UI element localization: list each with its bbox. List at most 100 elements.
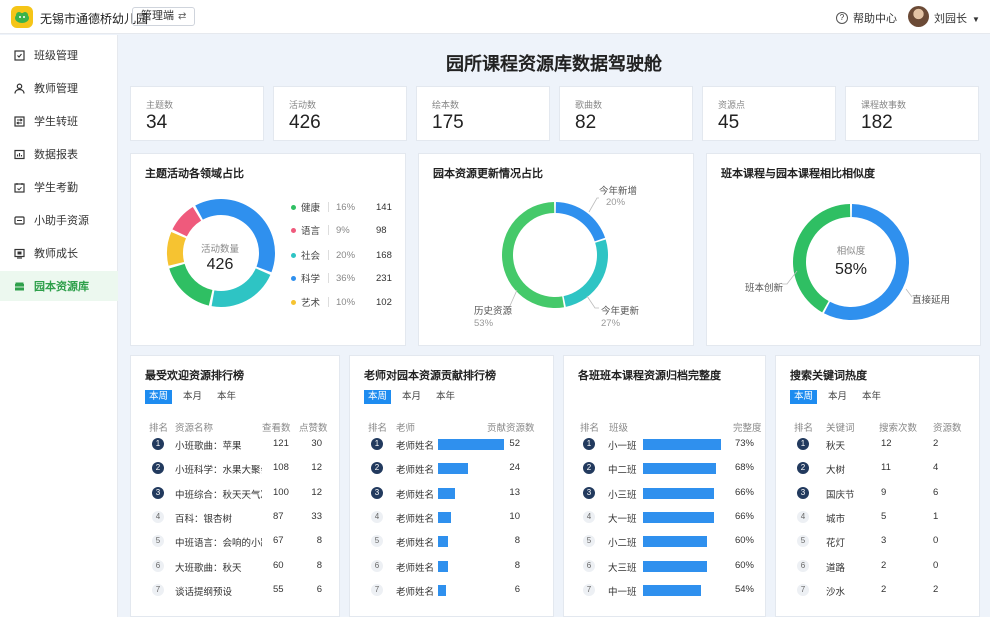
rank-badge: 3	[371, 486, 383, 499]
legend-separator	[328, 297, 329, 307]
sidebar-item-teacher[interactable]: 教师管理	[0, 73, 118, 103]
view-count: 60	[273, 559, 284, 571]
donut-slice-2[interactable]	[502, 202, 565, 308]
legend-dot	[291, 252, 296, 258]
rank-badge: 3	[583, 486, 595, 499]
completeness-value: 73%	[734, 438, 754, 449]
tab-year[interactable]: 本年	[858, 390, 885, 404]
card-title: 老师对园本资源贡献排行榜	[364, 370, 496, 382]
help-center-link[interactable]: ? 帮助中心	[836, 10, 897, 26]
stat-card-themes: 主题数 34	[130, 86, 264, 141]
table-row[interactable]: 4 百科：银杏树 87 33	[131, 509, 339, 525]
view-count: 67	[273, 535, 284, 547]
rank-badge: 1	[797, 438, 809, 450]
legend-dot	[291, 204, 296, 210]
table-row[interactable]: 3 国庆节 9 6	[776, 485, 979, 501]
donut-slice-2[interactable]	[211, 268, 271, 307]
class-name: 大一班	[608, 513, 637, 525]
table-row[interactable]: 7 老师姓名 6	[350, 582, 553, 598]
contribution-value: 13	[509, 486, 520, 498]
table-row[interactable]: 7 谈话提纲预设 55 6	[131, 582, 339, 598]
donut-slice-1[interactable]	[563, 239, 608, 307]
card-title: 各班班本课程资源归档完整度	[578, 370, 721, 382]
table-row[interactable]: 5 老师姓名 8	[350, 533, 553, 549]
table-row[interactable]: 3 老师姓名 13	[350, 485, 553, 501]
table-row[interactable]: 6 大班歌曲：秋天 60 8	[131, 558, 339, 574]
sidebar-item-attendance[interactable]: 学生考勤	[0, 172, 118, 202]
period-tabs: 本周 本月 本年	[145, 390, 247, 404]
table-row[interactable]: 5 小二班 60%	[564, 533, 765, 549]
sidebar-item-transfer[interactable]: 学生转班	[0, 106, 118, 136]
table-row[interactable]: 2 大树 11 4	[776, 460, 979, 476]
teacher-name: 老师姓名	[396, 441, 435, 452]
column-header-keyword: 关键词	[826, 423, 855, 434]
table-row[interactable]: 3 中班综合：秋天天气凉 100 12	[131, 485, 339, 501]
tab-month[interactable]: 本月	[179, 390, 206, 404]
sidebar-item-class[interactable]: 班级管理	[0, 40, 118, 70]
tab-month[interactable]: 本月	[824, 390, 851, 404]
attendance-icon	[14, 182, 25, 193]
table-row[interactable]: 2 中二班 68%	[564, 460, 765, 476]
class-name: 小一班	[608, 441, 637, 452]
tab-year[interactable]: 本年	[213, 390, 240, 404]
table-row[interactable]: 4 老师姓名 10	[350, 509, 553, 525]
slice-label-direct: 直接延用	[912, 295, 951, 306]
sidebar-item-library[interactable]: 园本资源库	[0, 271, 118, 301]
resource-count: 1	[933, 510, 939, 522]
table-row[interactable]: 2 小班科学：水果大聚会 108 12	[131, 460, 339, 476]
tab-year[interactable]: 本年	[432, 390, 459, 404]
table-row[interactable]: 1 小一班 73%	[564, 436, 765, 452]
sidebar-item-growth[interactable]: 教师成长	[0, 238, 118, 268]
legend-name: 社会	[301, 251, 321, 262]
tab-week[interactable]: 本周	[364, 390, 392, 404]
like-count: 12	[311, 486, 322, 498]
user-menu[interactable]: 刘园长 ▼	[934, 10, 980, 26]
table-row[interactable]: 6 道路 2 0	[776, 558, 979, 574]
completeness-bar	[643, 463, 716, 475]
sidebar-item-label: 班级管理	[34, 50, 78, 62]
donut-slice-1[interactable]	[172, 206, 202, 237]
stat-card-resource-points: 资源点 45	[702, 86, 836, 141]
resource-name: 中班综合：秋天天气凉	[175, 489, 262, 501]
table-row[interactable]: 7 沙水 2 2	[776, 582, 979, 598]
sidebar-item-report[interactable]: 数据报表	[0, 139, 118, 169]
rank-badge: 1	[152, 438, 164, 450]
table-row[interactable]: 6 老师姓名 8	[350, 558, 553, 574]
tab-week[interactable]: 本周	[145, 390, 173, 404]
table-row[interactable]: 1 秋天 12 2	[776, 436, 979, 452]
resource-name: 大班歌曲：秋天	[175, 562, 242, 574]
legend-value: 231	[376, 272, 392, 284]
table-row[interactable]: 1 小班歌曲：苹果 121 30	[131, 436, 339, 452]
school-logo-icon[interactable]	[11, 6, 33, 28]
donut-slice-4[interactable]	[167, 231, 186, 266]
table-row[interactable]: 2 老师姓名 24	[350, 460, 553, 476]
rank-badge: 2	[583, 462, 595, 475]
teacher-name: 老师姓名	[396, 562, 435, 574]
table-row[interactable]: 5 花灯 3 0	[776, 533, 979, 549]
keyword: 沙水	[826, 586, 846, 598]
table-row[interactable]: 6 大三班 60%	[564, 558, 765, 574]
table-row[interactable]: 7 中一班 54%	[564, 582, 765, 598]
avatar[interactable]	[908, 6, 929, 27]
table-row[interactable]: 1 老师姓名 52	[350, 436, 553, 452]
rank-badge: 6	[371, 559, 383, 572]
rank-badge: 2	[797, 462, 809, 475]
tab-week[interactable]: 本周	[790, 390, 818, 404]
donut-slice-1[interactable]	[793, 204, 851, 313]
sidebar-item-assistant[interactable]: 小助手资源	[0, 205, 118, 235]
table-row[interactable]: 3 小三班 66%	[564, 485, 765, 501]
mode-switch-button[interactable]: 管理端 ⇄	[132, 7, 196, 26]
search-count: 5	[881, 510, 887, 522]
tab-month[interactable]: 本月	[398, 390, 425, 404]
stat-label: 绘本数	[432, 100, 460, 110]
contribution-value: 8	[514, 535, 520, 547]
table-row[interactable]: 5 中班语言：会响的小路 67 8	[131, 533, 339, 549]
table-row[interactable]: 4 大一班 66%	[564, 509, 765, 525]
rank-badge: 7	[371, 583, 383, 596]
like-count: 8	[316, 559, 322, 571]
completeness-value: 66%	[734, 510, 754, 522]
donut-slice-0[interactable]	[555, 202, 606, 242]
resource-count: 6	[933, 486, 939, 498]
table-row[interactable]: 4 城市 5 1	[776, 509, 979, 525]
column-header-teacher: 老师	[396, 423, 416, 434]
